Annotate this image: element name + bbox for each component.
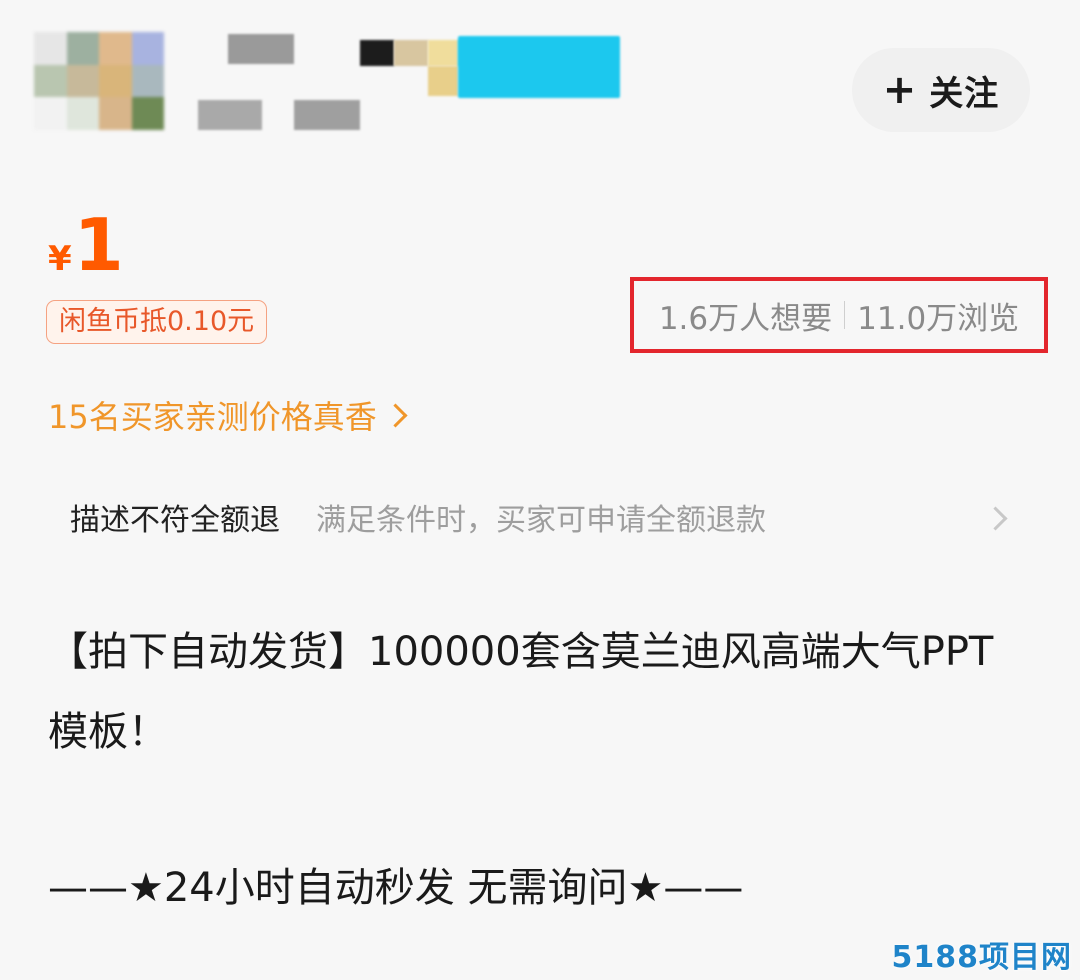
seller-name-blur — [228, 34, 294, 64]
avatar-mosaic-cell — [34, 32, 67, 65]
coin-discount-badge: 闲鱼币抵0.10元 — [46, 300, 268, 344]
price: ¥ 1 — [48, 200, 124, 290]
follow-button[interactable]: + 关注 — [852, 48, 1030, 132]
views-count: 11.0万浏览 — [857, 300, 1020, 337]
coin-discount-label: 闲鱼币抵0.10元 — [59, 306, 255, 337]
refund-guarantee-row[interactable]: 描述不符全额退 满足条件时，买家可申请全额退款 — [70, 492, 1020, 542]
seller-name-blur — [458, 36, 620, 98]
stats-divider — [844, 301, 846, 329]
plus-icon: + — [882, 67, 918, 113]
avatar-mosaic-cell — [66, 32, 99, 65]
seller-name-blur — [394, 40, 428, 66]
avatar-mosaic-cell — [66, 64, 99, 98]
avatar-mosaic-cell — [99, 97, 132, 130]
seller-avatar[interactable] — [34, 32, 164, 130]
avatar-mosaic-cell — [34, 64, 67, 98]
seller-name-blur — [360, 40, 394, 66]
avatar-mosaic-cell — [131, 97, 164, 130]
item-title: 【拍下自动发货】100000套含莫兰迪风高端大气PPT模板！ — [48, 629, 994, 755]
avatar-mosaic-cell — [131, 32, 164, 65]
wants-count: 1.6万人想要 — [658, 300, 833, 337]
currency-symbol: ¥ — [48, 239, 72, 279]
follow-label: 关注 — [929, 73, 1000, 114]
avatar-mosaic-cell — [99, 64, 132, 98]
buyers-verified-link[interactable]: 15名买家亲测价格真香 — [48, 392, 408, 438]
seller-name-blur — [294, 100, 360, 130]
chevron-right-icon — [983, 506, 1008, 531]
price-amount: 1 — [73, 203, 124, 287]
seller-name-blur — [428, 40, 458, 66]
stats-highlight: 1.6万人想要 11.0万浏览 — [630, 277, 1048, 353]
avatar-mosaic-cell — [34, 97, 67, 130]
guarantee-description: 满足条件时，买家可申请全额退款 — [316, 503, 766, 538]
avatar-mosaic-cell — [131, 64, 164, 98]
seller-name-blur — [198, 100, 262, 130]
chevron-right-icon — [383, 402, 408, 428]
avatar-mosaic-cell — [66, 97, 99, 130]
avatar-mosaic-cell — [99, 32, 132, 65]
site-watermark: 5188项目网 — [891, 940, 1072, 975]
seller-name-blur — [428, 66, 458, 96]
guarantee-title: 描述不符全额退 — [70, 503, 280, 538]
item-description: ——★24小时自动秒发 无需询问★—— — [48, 865, 744, 911]
buyers-verified-label: 15名买家亲测价格真香 — [48, 398, 377, 436]
